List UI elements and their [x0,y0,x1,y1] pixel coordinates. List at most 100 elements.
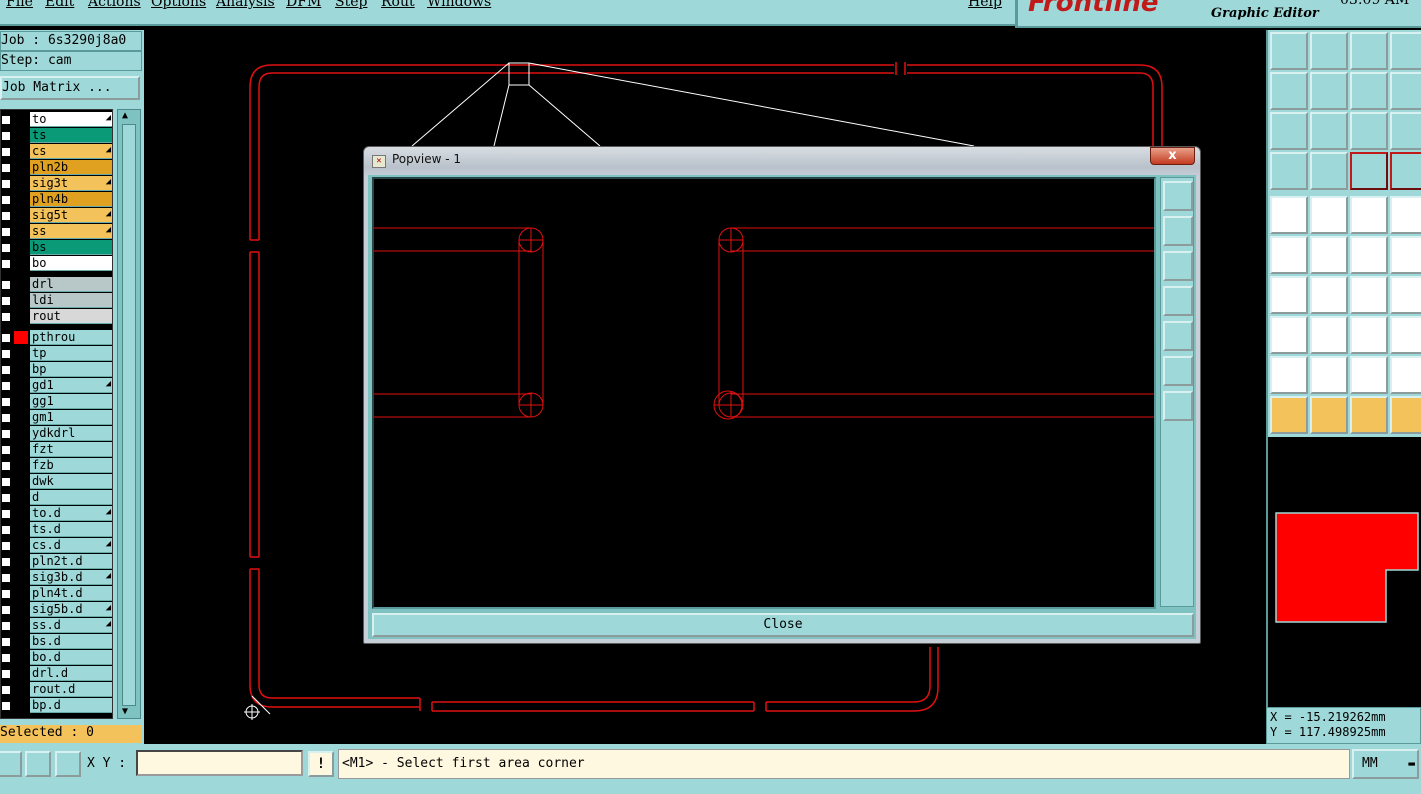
layer-row[interactable]: ldi [1,293,112,308]
layer-name[interactable]: bo.d [30,650,112,665]
layer-name[interactable]: to [30,112,112,127]
layer-name[interactable]: fzb [30,458,112,473]
layer-row[interactable]: rout.d [1,682,112,697]
popview-pan-left-icon[interactable] [1163,286,1193,316]
layer-name[interactable]: sig3t [30,176,112,191]
layer-row[interactable]: to ◢ [1,112,112,127]
minimap[interactable] [1266,437,1421,707]
connect-icon[interactable] [1270,236,1308,274]
layer-name[interactable]: cs [30,144,112,159]
layer-name[interactable]: ldi [30,293,112,308]
layer-row[interactable]: ts.d [1,522,112,537]
layer-checkbox[interactable] [1,589,11,599]
menu-dfm[interactable]: DFM [286,0,321,10]
layer-checkbox[interactable] [1,147,11,157]
layer-name[interactable]: bs.d [30,634,112,649]
layer-row[interactable]: pln4t.d [1,586,112,601]
layer-name[interactable]: sig3b.d [30,570,112,585]
measure-icon[interactable] [1350,196,1388,234]
home-icon[interactable] [1350,32,1388,70]
layer-row[interactable]: cs.d ◢ [1,538,112,553]
step-icon[interactable] [1390,396,1421,434]
layer-row[interactable]: bo [1,256,112,271]
layer-row[interactable]: fzb [1,458,112,473]
layer-row[interactable]: bs.d [1,634,112,649]
layer-checkbox[interactable] [1,621,11,631]
layer-name[interactable]: ydkdrl [30,426,112,441]
zoom-fit-icon[interactable] [1270,112,1308,150]
cross-icon[interactable] [1310,236,1348,274]
layer-color2-icon[interactable] [1390,152,1421,190]
layer-checkbox[interactable] [1,429,11,439]
menu-file[interactable]: File [6,0,33,10]
layer-row[interactable]: cs ◢ [1,144,112,159]
group-icon[interactable] [1390,316,1421,354]
layer-checkbox[interactable] [1,413,11,423]
layer-name[interactable]: drl.d [30,666,112,681]
redo-icon[interactable] [1390,72,1421,110]
window-icon[interactable] [1390,32,1421,70]
layer-checkbox[interactable] [1,333,11,343]
move-point-icon[interactable] [1350,236,1388,274]
popview-zoom-icon[interactable] [1163,181,1193,211]
layer-name[interactable]: ss [30,224,112,239]
layer-row[interactable]: gg1 [1,394,112,409]
layer-checkbox[interactable] [1,541,11,551]
layer-name[interactable]: pln2b [30,160,112,175]
triangle-up2-icon[interactable] [1390,356,1421,394]
menu-help[interactable]: Help [968,0,1002,10]
snap-icon[interactable] [1270,152,1308,190]
layer-name[interactable]: gm1 [30,410,112,425]
layer-name[interactable]: drl [30,277,112,292]
angle-icon[interactable] [1270,276,1308,314]
menu-windows[interactable]: Windows [427,0,491,10]
arc-icon[interactable] [1350,276,1388,314]
layer-checkbox[interactable] [1,493,11,503]
help-icon[interactable] [1390,112,1421,150]
popview-fit-icon[interactable] [1163,356,1193,386]
line-icon[interactable] [1310,276,1348,314]
layer-checkbox[interactable] [1,296,11,306]
layer-scrollbar[interactable]: ▲ ▼ [117,109,141,719]
layer-checkbox[interactable] [1,349,11,359]
layer-name[interactable]: tp [30,346,112,361]
layer-checkbox[interactable] [1,605,11,615]
layer-name[interactable]: gd1 [30,378,112,393]
pad-icon[interactable] [1390,196,1421,234]
layer-row[interactable]: ydkdrl [1,426,112,441]
layer-name[interactable]: fzt [30,442,112,457]
layer-checkbox[interactable] [1,179,11,189]
menu-edit[interactable]: Edit [45,0,74,10]
menu-rout[interactable]: Rout [381,0,415,10]
layer-checkbox[interactable] [1,445,11,455]
one-to-two-icon[interactable] [1350,112,1388,150]
layer-checkbox[interactable] [1,227,11,237]
layer-checkbox[interactable] [1,259,11,269]
exclaim-button[interactable]: ! [308,751,334,777]
popview-close-button[interactable]: Close [372,613,1194,637]
layer-checkbox[interactable] [1,115,11,125]
select-arrow-icon[interactable] [1310,396,1348,434]
layer-name[interactable]: gg1 [30,394,112,409]
layer-row[interactable]: bp.d [1,698,112,713]
window-close-button[interactable]: x [1150,147,1195,165]
layer-checkbox[interactable] [1,397,11,407]
layer-checkbox[interactable] [1,195,11,205]
drill-icon[interactable] [1310,196,1348,234]
layer-checkbox[interactable] [1,509,11,519]
layer-row[interactable]: bo.d [1,650,112,665]
layer-row[interactable]: gd1 ◢ [1,378,112,393]
layer-name[interactable]: bp [30,362,112,377]
layer-checkbox[interactable] [1,163,11,173]
layer-row[interactable]: sig3b.d ◢ [1,570,112,585]
layer-row[interactable]: pln2t.d [1,554,112,569]
pan-left-icon[interactable] [1270,72,1308,110]
triangle-arrow-icon[interactable] [1310,356,1348,394]
move-point2-icon[interactable] [1390,236,1421,274]
layer-checkbox[interactable] [1,211,11,221]
layer-checkbox[interactable] [1,637,11,647]
menu-actions[interactable]: Actions [88,0,141,10]
popview-pan-right-icon[interactable] [1163,321,1193,351]
layer-name[interactable]: pln2t.d [30,554,112,569]
layer-row[interactable]: fzt [1,442,112,457]
